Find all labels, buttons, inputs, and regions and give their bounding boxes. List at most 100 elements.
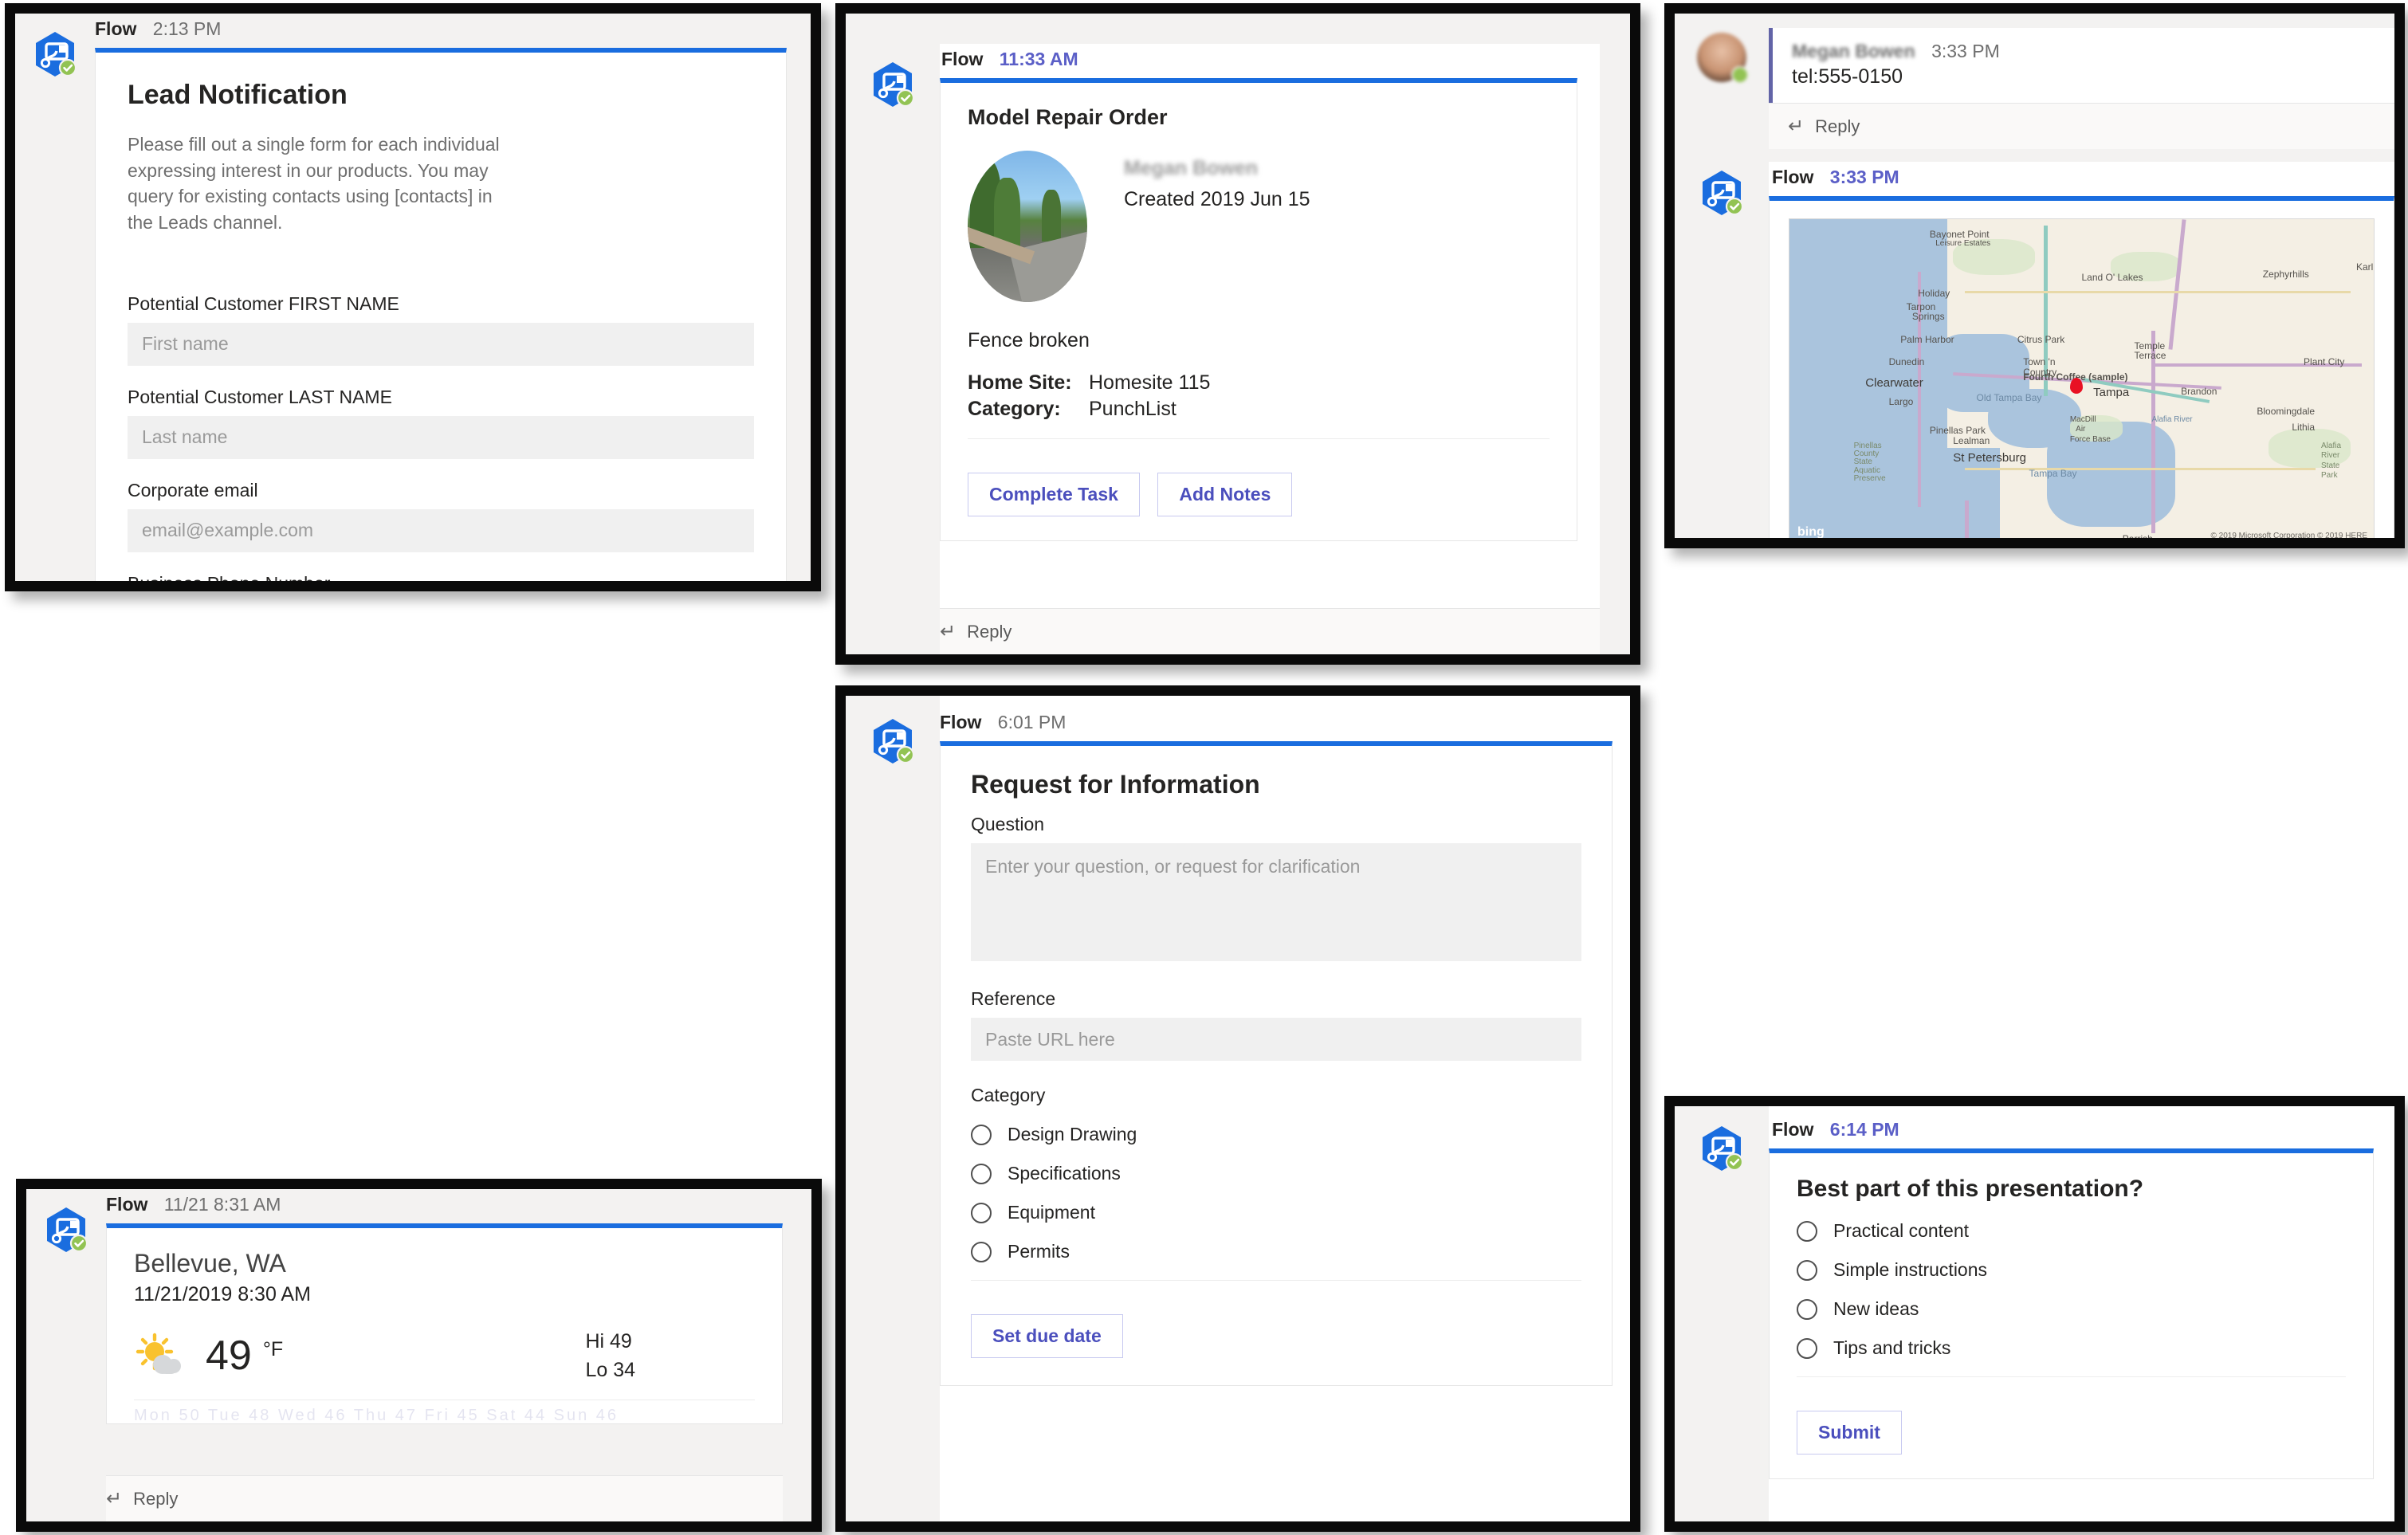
field-label-question: Question — [971, 814, 1045, 834]
poll-option-tips-and-tricks[interactable]: Tips and tricks — [1797, 1337, 2346, 1359]
detail-key: Home Site: — [968, 371, 1072, 394]
message-timestamp: 11/21 8:31 AM — [163, 1194, 281, 1215]
message-gutter — [1675, 162, 1769, 538]
presence-available-icon — [1731, 66, 1749, 84]
poll-option-simple-instructions[interactable]: Simple instructions — [1797, 1259, 2346, 1281]
bing-logo: bing — [1797, 525, 1825, 538]
reply-label: Reply — [1815, 116, 1860, 136]
set-due-date-button[interactable]: Set due date — [971, 1314, 1123, 1358]
repair-detail-category: Category: PunchList — [968, 398, 1550, 421]
radio-circle-icon[interactable] — [971, 1124, 992, 1145]
reply-arrow-icon: ↵ — [106, 1488, 123, 1509]
message-gutter — [1675, 28, 1769, 149]
radio-label: Equipment — [1008, 1202, 1095, 1223]
message-timestamp: 11:33 AM — [999, 49, 1078, 69]
flow-bot-avatar — [30, 29, 80, 79]
repair-created-date: Created 2019 Jun 15 — [1124, 188, 1310, 210]
complete-task-button[interactable]: Complete Task — [968, 473, 1140, 516]
panel-lead-notification: Flow 2:13 PM Lead Notification Please fi… — [5, 3, 821, 591]
message-header: Flow 11:33 AM — [940, 44, 1600, 78]
reply-label: Reply — [133, 1488, 179, 1509]
user-message-text[interactable]: tel:555-0150 — [1792, 65, 2394, 88]
adaptive-card-weather: Bellevue, WA 11/21/2019 8:30 AM 49 °F Hi… — [106, 1223, 783, 1424]
reply-button[interactable]: ↵ Reply — [106, 1475, 783, 1521]
first-name-input[interactable]: First name — [128, 322, 754, 366]
detail-value: Homesite 115 — [1089, 371, 1211, 394]
radio-circle-icon[interactable] — [1797, 1259, 1817, 1281]
weather-high: Hi 49 — [585, 1330, 632, 1352]
radio-circle-icon[interactable] — [971, 1163, 992, 1184]
adaptive-card-map: Bayonet Point Leisure Estates Land O' La… — [1769, 196, 2394, 538]
question-textarea[interactable]: Enter your question, or request for clar… — [971, 843, 1581, 961]
message-header: Flow 6:01 PM — [940, 696, 1630, 741]
poll-option-new-ideas[interactable]: New ideas — [1797, 1298, 2346, 1320]
adaptive-card-rfi: Request for Information Question Enter y… — [940, 741, 1613, 1386]
weather-low: Lo 34 — [585, 1359, 635, 1382]
reply-label: Reply — [967, 621, 1012, 642]
detail-value: PunchList — [1089, 398, 1177, 420]
radio-circle-icon[interactable] — [1797, 1220, 1817, 1242]
radio-specifications[interactable]: Specifications — [971, 1163, 1581, 1184]
add-notes-button[interactable]: Add Notes — [1157, 473, 1293, 516]
flow-icon — [1703, 171, 1744, 216]
adaptive-card-repair: Model Repair Order Megan Bowen Created 2… — [940, 78, 1577, 541]
card-description: Please fill out a single form for each i… — [128, 134, 500, 233]
flow-icon — [1703, 1126, 1744, 1172]
message-timestamp: 6:01 PM — [997, 712, 1067, 732]
radio-circle-icon[interactable] — [1797, 1298, 1817, 1320]
user-message-author: Megan Bowen — [1792, 41, 1915, 61]
panel-model-repair-order: Flow 11:33 AM Model Repair Order Megan B… — [835, 3, 1640, 665]
partly-sunny-icon — [136, 1333, 181, 1375]
reply-arrow-icon: ↵ — [1788, 116, 1805, 137]
radio-design-drawing[interactable]: Design Drawing — [971, 1124, 1581, 1145]
radio-permits[interactable]: Permits — [971, 1241, 1581, 1262]
submit-button[interactable]: Submit — [1797, 1411, 1902, 1455]
radio-label: Simple instructions — [1833, 1259, 1988, 1280]
radio-label: Tips and tricks — [1833, 1337, 1951, 1358]
poll-question: Best part of this presentation? — [1797, 1176, 2144, 1202]
poll-option-practical-content[interactable]: Practical content — [1797, 1220, 2346, 1242]
user-avatar — [1697, 33, 1749, 84]
message-gutter — [846, 696, 940, 1521]
email-input[interactable]: email@example.com — [128, 508, 754, 552]
message-author: Flow — [1772, 1119, 1814, 1140]
reply-button[interactable]: ↵ Reply — [1769, 103, 2394, 149]
message-author: Flow — [1772, 167, 1814, 188]
flow-bot-avatar — [1697, 1124, 1746, 1173]
field-label-email: Corporate email — [128, 479, 258, 501]
panel-request-for-information: Flow 6:01 PM Request for Information Que… — [835, 685, 1640, 1532]
card-title: Model Repair Order — [968, 105, 1168, 129]
last-name-input[interactable]: Last name — [128, 415, 754, 459]
radio-circle-icon[interactable] — [971, 1241, 992, 1262]
radio-label: Specifications — [1008, 1163, 1121, 1184]
message-timestamp: 6:14 PM — [1829, 1119, 1899, 1140]
radio-label: Permits — [1008, 1241, 1070, 1262]
card-title: Lead Notification — [128, 80, 348, 110]
message-gutter — [15, 14, 95, 581]
flow-icon — [874, 719, 915, 764]
message-author: Flow — [106, 1194, 148, 1215]
message-author: Flow — [940, 712, 982, 732]
flow-bot-avatar — [41, 1205, 91, 1254]
adaptive-card-lead: Lead Notification Please fill out a sing… — [95, 48, 787, 581]
detail-key: Category: — [968, 398, 1061, 420]
panel-poll: Flow 6:14 PM Best part of this presentat… — [1664, 1096, 2405, 1532]
flow-bot-avatar — [868, 716, 917, 766]
repair-photo — [968, 151, 1087, 302]
panel-weather: Flow 11/21 8:31 AM Bellevue, WA 11/21/20… — [16, 1179, 822, 1532]
field-label-last-name: Potential Customer LAST NAME — [128, 386, 392, 407]
radio-circle-icon[interactable] — [1797, 1337, 1817, 1359]
radio-circle-icon[interactable] — [971, 1202, 992, 1223]
field-label-category: Category — [971, 1085, 1046, 1105]
radio-label: Practical content — [1833, 1220, 1970, 1241]
radio-equipment[interactable]: Equipment — [971, 1202, 1581, 1223]
weather-datetime: 11/21/2019 8:30 AM — [134, 1283, 311, 1305]
map-image[interactable]: Bayonet Point Leisure Estates Land O' La… — [1789, 218, 2375, 538]
card-title: Request for Information — [971, 770, 1260, 799]
reply-arrow-icon: ↵ — [940, 621, 957, 642]
weather-city: Bellevue, WA — [134, 1249, 286, 1278]
reference-input[interactable]: Paste URL here — [971, 1018, 1581, 1061]
weather-forecast-truncated: Mon 50 Tue 48 Wed 46 Thu 47 Fri 45 Sat 4… — [134, 1406, 619, 1424]
message-gutter — [1675, 1106, 1769, 1521]
reply-button[interactable]: ↵ Reply — [940, 608, 1600, 654]
